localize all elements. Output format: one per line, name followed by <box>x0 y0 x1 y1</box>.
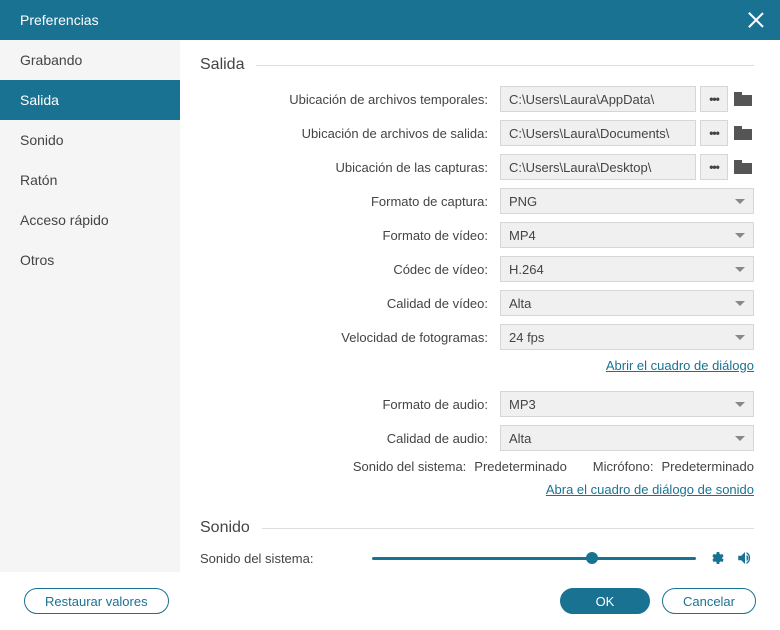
section-heading-output: Salida <box>200 56 754 74</box>
link-row-sound-dialog: Abra el cuadro de diálogo de sonido <box>200 482 754 497</box>
input-capture-path[interactable] <box>500 154 696 180</box>
label-video-codec: Códec de vídeo: <box>200 262 500 277</box>
folder-icon <box>734 126 752 140</box>
row-video-quality: Calidad de vídeo: Alta <box>200 290 754 316</box>
content-panel[interactable]: Salida Ubicación de archivos temporales:… <box>180 40 780 572</box>
row-capture-format: Formato de captura: PNG <box>200 188 754 214</box>
open-sound-dialog-link[interactable]: Abra el cuadro de diálogo de sonido <box>546 482 754 497</box>
row-temp-path: Ubicación de archivos temporales: ••• <box>200 86 754 112</box>
chevron-down-icon <box>735 335 745 340</box>
row-system-sound-slider: Sonido del sistema: <box>200 549 754 567</box>
select-audio-quality[interactable]: Alta <box>500 425 754 451</box>
select-capture-format[interactable]: PNG <box>500 188 754 214</box>
ellipsis-icon: ••• <box>709 126 719 140</box>
label-video-quality: Calidad de vídeo: <box>200 296 500 311</box>
label-audio-quality: Calidad de audio: <box>200 431 500 446</box>
chevron-down-icon <box>735 233 745 238</box>
row-audio-format: Formato de audio: MP3 <box>200 391 754 417</box>
select-value: 24 fps <box>509 330 544 345</box>
label-audio-format: Formato de audio: <box>200 397 500 412</box>
select-video-codec[interactable]: H.264 <box>500 256 754 282</box>
sidebar-item-mouse[interactable]: Ratón <box>0 160 180 200</box>
browse-button-temp[interactable]: ••• <box>700 86 728 112</box>
speaker-icon[interactable] <box>736 549 754 567</box>
slider-thumb[interactable] <box>586 552 598 564</box>
gear-icon[interactable] <box>708 550 724 566</box>
label-temp-path: Ubicación de archivos temporales: <box>200 92 500 107</box>
device-info-row: Sonido del sistema: Predeterminado Micró… <box>200 459 754 474</box>
row-capture-path: Ubicación de las capturas: ••• <box>200 154 754 180</box>
select-value: PNG <box>509 194 537 209</box>
sidebar-item-sound[interactable]: Sonido <box>0 120 180 160</box>
label-system-sound-slider: Sonido del sistema: <box>200 551 360 566</box>
input-temp-path[interactable] <box>500 86 696 112</box>
browse-button-capture[interactable]: ••• <box>700 154 728 180</box>
select-value: H.264 <box>509 262 544 277</box>
chevron-down-icon <box>735 267 745 272</box>
select-value: MP3 <box>509 397 536 412</box>
close-icon[interactable] <box>746 10 766 30</box>
link-row-open-dialog: Abrir el cuadro de diálogo <box>200 358 754 373</box>
label-microphone: Micrófono: <box>593 459 654 474</box>
ellipsis-icon: ••• <box>709 160 719 174</box>
section-heading-sound: Sonido <box>200 519 754 537</box>
open-folder-button-capture[interactable] <box>732 154 754 180</box>
label-video-format: Formato de vídeo: <box>200 228 500 243</box>
open-dialog-link[interactable]: Abrir el cuadro de diálogo <box>606 358 754 373</box>
select-video-quality[interactable]: Alta <box>500 290 754 316</box>
sidebar-item-output[interactable]: Salida <box>0 80 180 120</box>
value-system-sound: Predeterminado <box>474 459 567 474</box>
row-output-path: Ubicación de archivos de salida: ••• <box>200 120 754 146</box>
folder-icon <box>734 160 752 174</box>
ok-button[interactable]: OK <box>560 588 650 614</box>
label-capture-path: Ubicación de las capturas: <box>200 160 500 175</box>
select-value: Alta <box>509 296 531 311</box>
select-value: Alta <box>509 431 531 446</box>
slider-track <box>372 557 696 560</box>
label-fps: Velocidad de fotogramas: <box>200 330 500 345</box>
select-value: MP4 <box>509 228 536 243</box>
sidebar-item-recording[interactable]: Grabando <box>0 40 180 80</box>
sidebar-item-shortcuts[interactable]: Acceso rápido <box>0 200 180 240</box>
row-audio-quality: Calidad de audio: Alta <box>200 425 754 451</box>
value-microphone: Predeterminado <box>662 459 755 474</box>
row-fps: Velocidad de fotogramas: 24 fps <box>200 324 754 350</box>
open-folder-button-output[interactable] <box>732 120 754 146</box>
input-output-path[interactable] <box>500 120 696 146</box>
system-sound-slider[interactable] <box>372 550 696 566</box>
ellipsis-icon: ••• <box>709 92 719 106</box>
preferences-window: Preferencias Grabando Salida Sonido Rató… <box>0 0 780 630</box>
label-system-sound: Sonido del sistema: <box>353 459 466 474</box>
browse-button-output[interactable]: ••• <box>700 120 728 146</box>
label-capture-format: Formato de captura: <box>200 194 500 209</box>
select-video-format[interactable]: MP4 <box>500 222 754 248</box>
select-fps[interactable]: 24 fps <box>500 324 754 350</box>
body: Grabando Salida Sonido Ratón Acceso rápi… <box>0 40 780 572</box>
chevron-down-icon <box>735 436 745 441</box>
restore-defaults-button[interactable]: Restaurar valores <box>24 588 169 614</box>
sidebar-item-others[interactable]: Otros <box>0 240 180 280</box>
window-title: Preferencias <box>20 12 99 28</box>
titlebar: Preferencias <box>0 0 780 40</box>
cancel-button[interactable]: Cancelar <box>662 588 756 614</box>
chevron-down-icon <box>735 301 745 306</box>
label-output-path: Ubicación de archivos de salida: <box>200 126 500 141</box>
chevron-down-icon <box>735 402 745 407</box>
footer: Restaurar valores OK Cancelar <box>0 572 780 630</box>
folder-icon <box>734 92 752 106</box>
open-folder-button-temp[interactable] <box>732 86 754 112</box>
row-video-codec: Códec de vídeo: H.264 <box>200 256 754 282</box>
sidebar: Grabando Salida Sonido Ratón Acceso rápi… <box>0 40 180 572</box>
chevron-down-icon <box>735 199 745 204</box>
row-video-format: Formato de vídeo: MP4 <box>200 222 754 248</box>
select-audio-format[interactable]: MP3 <box>500 391 754 417</box>
